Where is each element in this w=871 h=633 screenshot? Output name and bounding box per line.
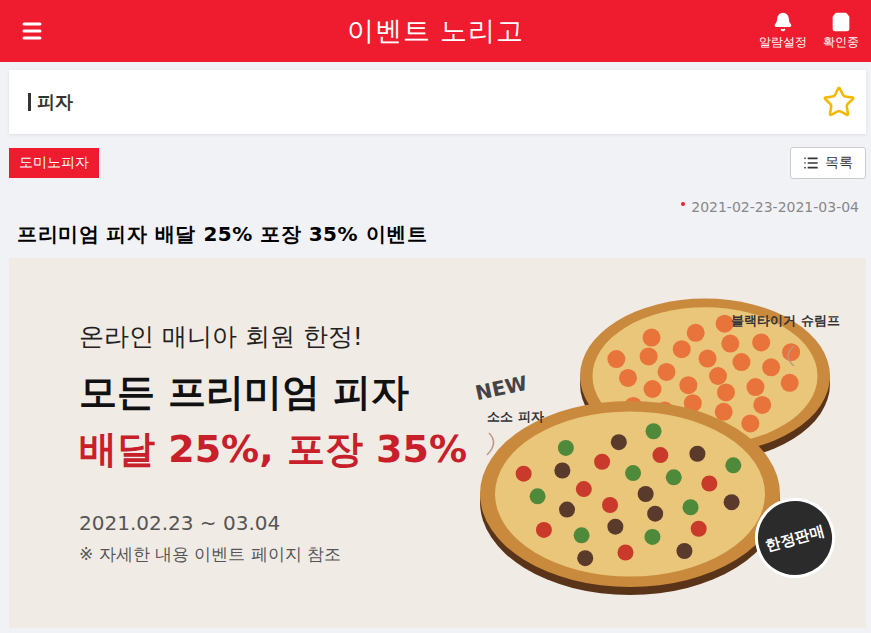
event-banner[interactable]: 온라인 매니아 회원 한정! 모든 프리미엄 피자배달 25%, 포장 35% 20… bbox=[9, 258, 866, 628]
bell-icon bbox=[773, 12, 793, 32]
favorite-button[interactable] bbox=[822, 85, 856, 119]
list-button[interactable]: 목록 bbox=[790, 147, 866, 179]
hamburger-icon bbox=[20, 19, 44, 43]
app-title: 이벤트 노리고 bbox=[347, 13, 525, 49]
category-title: 피자 bbox=[28, 90, 73, 114]
soso-label: 소소 피자 bbox=[487, 408, 544, 426]
header: 이벤트 노리고 알람설정 확인중 bbox=[0, 0, 871, 62]
star-icon bbox=[822, 85, 856, 119]
banner-text: 온라인 매니아 회원 한정! 모든 프리미엄 피자배달 25%, 포장 35% 20… bbox=[9, 258, 449, 628]
banner-art: 블랙타이거 슈림프NEW소소 피자한정판매 bbox=[449, 258, 866, 628]
new-label: NEW bbox=[473, 371, 529, 405]
soso-pizza bbox=[480, 401, 780, 595]
tool-row: 도미노피자 목록 bbox=[9, 147, 866, 179]
bag-button[interactable]: 확인중 bbox=[823, 12, 859, 51]
category-card: 피자 bbox=[9, 70, 866, 134]
banner-dates: 2021.02.23 ~ 03.04 bbox=[79, 511, 449, 535]
shrimp-label: 블랙타이거 슈림프 bbox=[731, 312, 840, 330]
list-icon bbox=[803, 155, 819, 171]
app: 이벤트 노리고 알람설정 확인중피자도미노피자 목록 2021-02-23-2021-0… bbox=[0, 0, 871, 633]
banner-offer: 배달 25%, 포장 35% bbox=[79, 424, 449, 475]
banner-note: ※ 자세한 내용 이벤트 페이지 참조 bbox=[79, 543, 449, 566]
header-actions: 알람설정 확인중 bbox=[759, 12, 859, 51]
menu-button[interactable] bbox=[20, 19, 44, 43]
event-period: 2021-02-23-2021-03-04 bbox=[681, 199, 859, 215]
bell-button[interactable]: 알람설정 bbox=[759, 12, 807, 51]
content: 피자도미노피자 목록 2021-02-23-2021-03-04 프리미엄 피자 배달… bbox=[0, 62, 871, 633]
brand-tag[interactable]: 도미노피자 bbox=[9, 148, 99, 178]
banner-kicker: 온라인 매니아 회원 한정! bbox=[79, 320, 449, 353]
post-title: 프리미엄 피자 배달 25% 포장 35% 이벤트 bbox=[17, 221, 866, 248]
bag-icon bbox=[831, 12, 851, 32]
banner-headline: 모든 프리미엄 피자 bbox=[79, 367, 449, 418]
